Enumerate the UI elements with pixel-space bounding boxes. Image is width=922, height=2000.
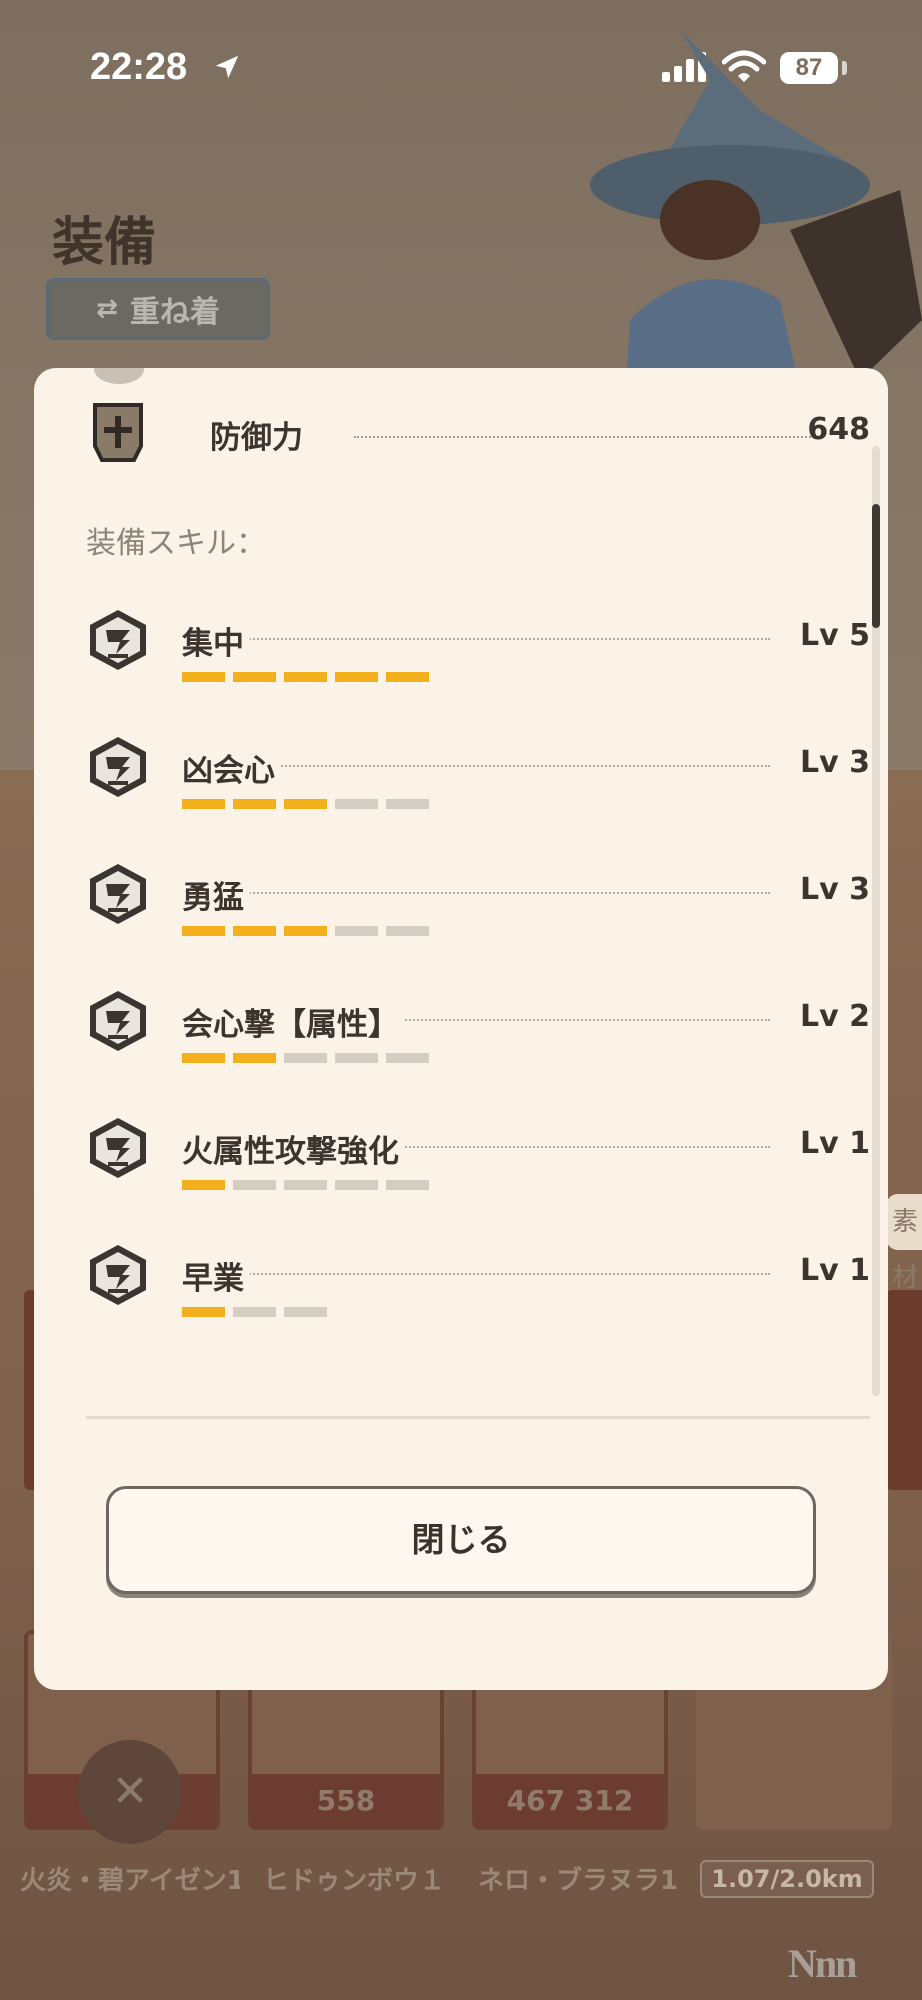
level-pip-empty	[335, 926, 378, 936]
level-pip-filled	[284, 672, 327, 682]
page-title: 装備	[52, 213, 157, 273]
divider	[86, 1416, 870, 1419]
skill-level: Lv 2	[800, 999, 870, 1034]
skill-level-bar	[182, 926, 429, 938]
level-pip-empty	[284, 1180, 327, 1190]
skill-row: 集中 Lv 5	[86, 608, 870, 708]
skill-name: 火属性攻撃強化	[182, 1126, 405, 1171]
equipment-skills-modal: 防御力 648 装備スキル： 集中 Lv 5 凶会心 Lv 3 勇猛 Lv 3 …	[34, 368, 888, 1690]
layered-armor-button[interactable]: ⇄ 重ね着	[46, 278, 270, 340]
dotted-leader	[354, 436, 814, 438]
skill-emblem-icon	[90, 1245, 146, 1305]
skill-row: 凶会心 Lv 3	[86, 735, 870, 835]
level-pip-filled	[233, 1053, 276, 1063]
partial-icon	[94, 368, 144, 384]
skill-emblem-icon	[90, 610, 146, 670]
defense-shield-icon	[93, 403, 143, 462]
level-pip-empty	[386, 799, 429, 809]
close-button[interactable]: 閉じる	[106, 1486, 816, 1594]
skill-level-bar	[182, 672, 429, 684]
level-pip-filled	[233, 799, 276, 809]
skill-name: 早業	[182, 1253, 250, 1298]
skill-row: 火属性攻撃強化 Lv 1	[86, 1116, 870, 1216]
layered-armor-label: 重ね着	[129, 295, 220, 330]
skill-level: Lv 3	[800, 872, 870, 907]
level-pip-empty	[335, 1053, 378, 1063]
dotted-leader	[182, 638, 770, 640]
skill-emblem-icon	[90, 864, 146, 924]
skill-emblem-icon	[90, 737, 146, 797]
level-pip-filled	[182, 799, 225, 809]
skill-name: 勇猛	[182, 872, 250, 917]
level-pip-filled	[233, 672, 276, 682]
defense-label: 防御力	[210, 420, 303, 456]
skill-level: Lv 5	[800, 618, 870, 653]
level-pip-empty	[335, 799, 378, 809]
skill-level-bar	[182, 1180, 429, 1192]
level-pip-empty	[233, 1307, 276, 1317]
skill-row: 早業 Lv 1	[86, 1243, 870, 1343]
distance-badge: 1.07/2.0km	[700, 1860, 874, 1898]
level-pip-empty	[233, 1180, 276, 1190]
slot-name: ヒドゥンボウ１	[262, 1866, 445, 1896]
skill-level: Lv 1	[800, 1253, 870, 1288]
level-pip-filled	[182, 1307, 225, 1317]
level-pip-filled	[233, 926, 276, 936]
close-x-icon: ✕	[78, 1740, 182, 1844]
skill-name: 集中	[182, 618, 250, 663]
skill-level: Lv 1	[800, 1126, 870, 1161]
level-pip-filled	[182, 672, 225, 682]
skill-level-bar	[182, 1307, 327, 1319]
skill-level-bar	[182, 799, 429, 811]
skill-name: 凶会心	[182, 745, 281, 790]
shirt-swap-icon: ⇄	[96, 294, 118, 324]
defense-value: 648	[807, 412, 870, 447]
skill-row: 会心撃【属性】 Lv 2	[86, 989, 870, 1089]
skills-heading: 装備スキル：	[86, 526, 266, 561]
right-panel-edge	[886, 1290, 922, 1490]
level-pip-filled	[386, 672, 429, 682]
slot-stat: 467 312	[476, 1774, 664, 1828]
level-pip-filled	[284, 926, 327, 936]
level-pip-empty	[284, 1053, 327, 1063]
level-pip-filled	[335, 672, 378, 682]
level-pip-filled	[182, 926, 225, 936]
skill-emblem-icon	[90, 1118, 146, 1178]
level-pip-empty	[386, 1180, 429, 1190]
location-arrow-icon	[215, 55, 239, 79]
defense-row: 防御力 648	[92, 402, 870, 470]
level-pip-empty	[284, 1307, 327, 1317]
materials-tab: 素材	[886, 1194, 922, 1293]
skill-level: Lv 3	[800, 745, 870, 780]
dotted-leader	[182, 892, 770, 894]
skill-row: 勇猛 Lv 3	[86, 862, 870, 962]
watermark: Nnn	[788, 1941, 857, 1986]
level-pip-filled	[182, 1180, 225, 1190]
skill-name: 会心撃【属性】	[182, 999, 405, 1044]
level-pip-empty	[386, 1053, 429, 1063]
status-time: 22:28	[90, 46, 188, 88]
slot-name: ネロ・ブラヌラ1	[477, 1866, 679, 1896]
level-pip-filled	[284, 799, 327, 809]
scrollbar-thumb[interactable]	[872, 504, 880, 628]
slot-stat: 558	[252, 1774, 440, 1828]
level-pip-empty	[386, 926, 429, 936]
skill-level-bar	[182, 1053, 429, 1065]
level-pip-filled	[182, 1053, 225, 1063]
dotted-leader	[182, 1273, 770, 1275]
level-pip-empty	[335, 1180, 378, 1190]
slot-name: 火炎・碧アイゼン1	[20, 1866, 240, 1896]
skill-emblem-icon	[90, 991, 146, 1051]
